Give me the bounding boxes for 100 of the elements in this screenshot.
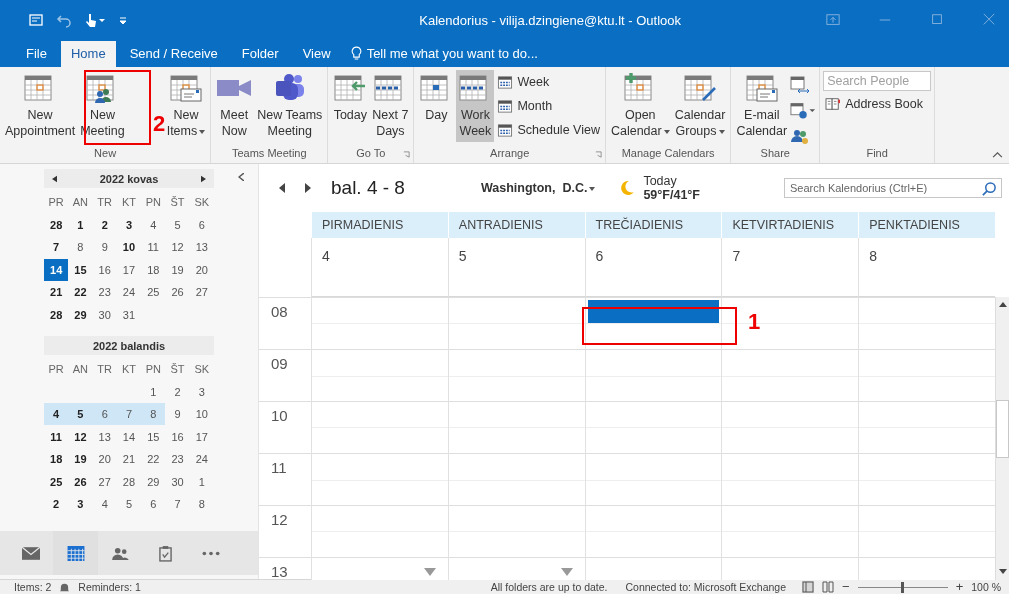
date-cell[interactable]: 12 — [165, 236, 190, 259]
time-slot[interactable] — [584, 297, 722, 349]
date-cell[interactable]: 27 — [92, 470, 117, 493]
date-cell[interactable]: 2 — [44, 493, 69, 516]
date-cell[interactable]: 6 — [141, 493, 166, 516]
restore-ribbon-icon[interactable] — [825, 13, 841, 27]
maximize-icon[interactable] — [929, 13, 945, 27]
reminders-count[interactable]: Reminders: 1 — [78, 581, 141, 593]
ribbon-tab[interactable]: Folder — [231, 41, 289, 67]
previous-icon[interactable] — [52, 174, 57, 183]
tell-me-field[interactable]: Tell me what you want to do... — [344, 46, 544, 67]
normal-view-icon[interactable] — [802, 581, 815, 593]
zoom-in-button[interactable]: + — [955, 581, 964, 593]
date-cell[interactable]: 4 — [44, 403, 69, 426]
date-cell[interactable]: 5 — [165, 213, 190, 236]
touch-mode-icon[interactable] — [84, 12, 106, 28]
date-cell[interactable]: 29 — [68, 303, 93, 326]
vertical-scrollbar[interactable] — [995, 297, 1009, 580]
scroll-down-icon[interactable] — [998, 569, 1007, 574]
date-cell[interactable]: 26 — [68, 470, 93, 493]
date-cell[interactable]: 25 — [141, 281, 166, 304]
date-cell[interactable]: 17 — [189, 425, 214, 448]
date-cell[interactable]: 21 — [116, 448, 142, 471]
ribbon-tab[interactable]: Home — [60, 41, 116, 67]
ribbon-tab[interactable]: View — [292, 41, 341, 67]
date-cell[interactable]: 16 — [165, 425, 190, 448]
date-cell[interactable]: 3 — [189, 380, 214, 403]
ribbon-button[interactable]: Calendar Groups — [672, 70, 728, 142]
date-cell[interactable]: 20 — [92, 448, 117, 471]
next-icon[interactable] — [305, 183, 311, 193]
people-key-icon[interactable] — [790, 128, 811, 146]
zoom-level[interactable]: 100 % — [971, 581, 1001, 593]
undo-icon[interactable] — [56, 12, 72, 28]
ribbon-button[interactable]: Schedule View — [495, 119, 602, 141]
date-cell[interactable]: 8 — [141, 403, 166, 426]
date-cell[interactable]: 25 — [44, 470, 69, 493]
date-cell[interactable]: 4 — [92, 493, 117, 516]
date-cell[interactable]: 19 — [165, 258, 190, 281]
date-cell[interactable]: 14 — [44, 258, 69, 281]
scroll-up-icon[interactable] — [998, 302, 1007, 307]
ribbon-button[interactable]: Open Calendar — [608, 70, 672, 142]
date-cell[interactable]: 5 — [68, 403, 93, 426]
date-cell[interactable]: 7 — [165, 493, 190, 516]
location-dropdown[interactable]: Washington, D.C. — [474, 180, 602, 196]
date-cell[interactable]: 23 — [165, 448, 190, 471]
ribbon-button[interactable]: Meet Now — [214, 70, 255, 142]
zoom-out-button[interactable]: − — [842, 581, 850, 593]
ribbon-button[interactable]: New Teams Meeting — [255, 70, 325, 142]
reading-view-icon[interactable] — [822, 581, 835, 593]
ribbon-button[interactable]: Today — [331, 70, 370, 142]
date-cell[interactable]: 9 — [165, 403, 190, 426]
date-cell[interactable]: 17 — [116, 258, 142, 281]
date-cell[interactable]: 28 — [44, 303, 69, 326]
date-cell[interactable]: 28 — [44, 213, 69, 236]
date-cell[interactable]: 6 — [189, 213, 214, 236]
ribbon-tab[interactable]: Send / Receive — [119, 41, 228, 67]
date-cell[interactable]: 21 — [44, 281, 69, 304]
ribbon-button[interactable]: E-mail Calendar — [734, 70, 790, 142]
more-items-icon[interactable] — [560, 568, 573, 576]
ribbon-button[interactable]: Work Week — [456, 70, 495, 142]
date-cell[interactable]: 10 — [116, 236, 142, 259]
date-cell[interactable]: 27 — [189, 281, 214, 304]
date-cell[interactable]: 11 — [44, 425, 69, 448]
date-cell[interactable]: 19 — [68, 448, 93, 471]
date-cell[interactable]: 4 — [141, 213, 166, 236]
date-cell[interactable]: 24 — [189, 448, 214, 471]
previous-icon[interactable] — [279, 183, 285, 193]
date-cell[interactable]: 20 — [189, 258, 214, 281]
date-cell[interactable]: 1 — [189, 470, 214, 493]
date-cell[interactable]: 7 — [44, 236, 69, 259]
collapse-pane-icon[interactable] — [238, 173, 244, 181]
ribbon-button[interactable]: Day — [417, 70, 456, 142]
date-cell[interactable]: 29 — [141, 470, 166, 493]
date-cell[interactable]: 18 — [44, 448, 69, 471]
date-cell[interactable]: 23 — [92, 281, 117, 304]
date-cell[interactable]: 28 — [116, 470, 142, 493]
date-cell[interactable]: 8 — [68, 236, 93, 259]
date-cell[interactable]: 12 — [68, 425, 93, 448]
date-cell[interactable]: 13 — [92, 425, 117, 448]
scroll-thumb[interactable] — [996, 400, 1009, 458]
ribbon-button[interactable]: New Items — [164, 70, 208, 142]
date-cell[interactable]: 6 — [92, 403, 117, 426]
date-cell[interactable]: 14 — [116, 425, 142, 448]
ribbon-tab[interactable]: File — [16, 41, 57, 67]
date-cell[interactable]: 2 — [92, 213, 117, 236]
date-cell[interactable]: 10 — [189, 403, 214, 426]
date-cell[interactable]: 13 — [189, 236, 214, 259]
calendar-share-icon[interactable] — [790, 76, 811, 94]
date-cell[interactable]: 9 — [92, 236, 117, 259]
ribbon-button[interactable]: Next 7 Days — [370, 70, 411, 142]
date-cell[interactable]: 22 — [141, 448, 166, 471]
date-cell[interactable]: 30 — [165, 470, 190, 493]
time-slot[interactable] — [721, 297, 859, 349]
date-cell[interactable]: 5 — [116, 493, 142, 516]
next-icon[interactable] — [201, 174, 206, 183]
search-field[interactable]: Search Kalendorius (Ctrl+E) — [784, 178, 1002, 198]
date-cell[interactable]: 11 — [141, 236, 166, 259]
date-cell[interactable]: 3 — [68, 493, 93, 516]
date-cell[interactable]: 31 — [116, 303, 142, 326]
date-cell[interactable]: 15 — [68, 258, 93, 281]
